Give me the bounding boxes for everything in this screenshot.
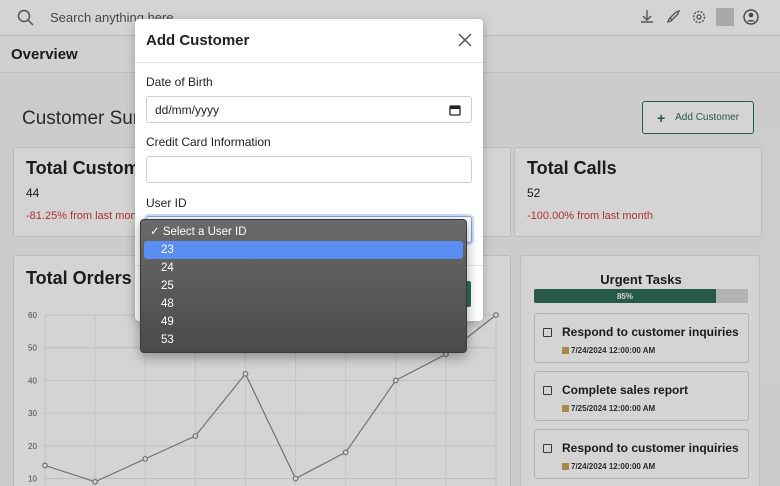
dob-input[interactable]: dd/mm/yyyy <box>146 96 472 123</box>
cc-label: Credit Card Information <box>146 135 271 149</box>
credit-card-input[interactable] <box>146 156 472 183</box>
modal-header: Add Customer <box>135 19 483 63</box>
dropdown-option[interactable]: 23 <box>144 241 463 259</box>
close-icon[interactable] <box>457 32 473 48</box>
dropdown-option[interactable]: 53 <box>144 331 463 349</box>
dropdown-option[interactable]: 48 <box>144 295 463 313</box>
dropdown-placeholder-option[interactable]: ✓ Select a User ID <box>144 223 463 241</box>
dropdown-option[interactable]: 49 <box>144 313 463 331</box>
userid-dropdown-menu: ✓ Select a User ID 23 24 25 48 49 53 <box>140 219 467 353</box>
calendar-icon[interactable] <box>449 104 461 116</box>
userid-label: User ID <box>146 196 187 210</box>
dropdown-option[interactable]: 25 <box>144 277 463 295</box>
dob-value: dd/mm/yyyy <box>155 102 220 117</box>
modal-title: Add Customer <box>146 32 250 49</box>
dropdown-option[interactable]: 24 <box>144 259 463 277</box>
dob-label: Date of Birth <box>146 75 213 89</box>
